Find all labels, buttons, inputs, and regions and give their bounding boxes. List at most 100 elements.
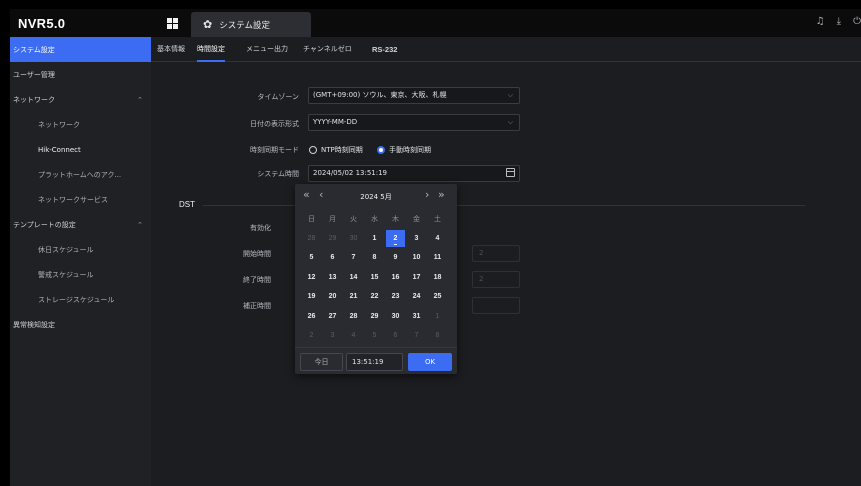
tab-system-settings-label: システム設定 — [219, 20, 270, 31]
calendar-day[interactable]: 2 — [301, 326, 322, 346]
tab-system-settings[interactable]: ✿ システム設定 — [191, 12, 311, 37]
calendar-title: 2024 5月 — [360, 193, 392, 201]
calendar-day[interactable]: 4 — [427, 229, 448, 249]
calendar-day[interactable]: 30 — [385, 307, 406, 327]
sidebar-item-label: システム設定 — [13, 45, 55, 54]
tab-0[interactable]: 基本情報 — [157, 37, 185, 62]
calendar-day-number: 24 — [412, 293, 421, 301]
calendar-day[interactable]: 14 — [343, 268, 364, 288]
calendar-day-number: 5 — [372, 332, 377, 340]
system-time-input[interactable]: 2024/05/02 13:51:19 — [308, 165, 520, 182]
sidebar-item-6[interactable]: ネットワークサービス — [10, 187, 151, 212]
next-year-icon[interactable]: » — [438, 188, 445, 202]
calendar-day[interactable]: 30 — [343, 229, 364, 249]
calendar-day-number: 27 — [328, 312, 337, 320]
bell-icon[interactable]: ♫ — [816, 16, 825, 27]
calendar-day[interactable]: 16 — [385, 268, 406, 288]
tab-3[interactable]: チャンネルゼロ — [303, 37, 352, 62]
calendar-day[interactable]: 15 — [364, 268, 385, 288]
calendar-day-number: 8 — [372, 254, 377, 262]
calendar-day-number: 30 — [349, 234, 358, 242]
tab-1[interactable]: 時間設定 — [197, 37, 225, 62]
download-icon[interactable]: ⤓ — [837, 16, 841, 27]
calendar-day[interactable]: 6 — [322, 248, 343, 268]
dst-start-label: 開始時間 — [243, 250, 271, 258]
sidebar-item-5[interactable]: プラットホームへのアク... — [10, 162, 151, 187]
calendar-day[interactable]: 31 — [406, 307, 427, 327]
sidebar-item-label: 警戒スケジュール — [38, 270, 94, 279]
sidebar-item-2[interactable]: ネットワーク ⌃ — [10, 87, 151, 112]
calendar-day[interactable]: 3 — [406, 229, 427, 249]
calendar-day[interactable]: 26 — [301, 307, 322, 327]
sidebar-item-label: Hik-Connect — [38, 145, 81, 154]
system-time-label: システム時間 — [257, 170, 299, 178]
calendar-day[interactable]: 1 — [364, 229, 385, 249]
calendar-day[interactable]: 20 — [322, 287, 343, 307]
calendar-day[interactable]: 21 — [343, 287, 364, 307]
tab-2[interactable]: メニュー出力 — [246, 37, 288, 62]
calendar-day-number: 1 — [435, 312, 440, 320]
sidebar-item-0[interactable]: システム設定 — [10, 37, 151, 62]
calendar-day[interactable]: 1 — [427, 307, 448, 327]
dst-end-hour-select[interactable]: 2 — [472, 271, 520, 288]
calendar-day[interactable]: 8 — [364, 248, 385, 268]
app-grid-icon[interactable] — [167, 18, 178, 29]
calendar-day-number: 13 — [328, 273, 337, 281]
radio-manual-sync[interactable]: 手動時刻同期 — [377, 145, 431, 155]
top-bar: NVR5.0 ✿ システム設定 ♫ ⤓ ⏻ — [10, 9, 861, 37]
top-icons: ♫ ⤓ ⏻ — [816, 16, 861, 27]
calendar-day[interactable]: 4 — [343, 326, 364, 346]
radio-manual-label: 手動時刻同期 — [389, 146, 431, 154]
calendar-day-selected[interactable]: 2 — [385, 229, 406, 249]
sidebar-item-4[interactable]: Hik-Connect — [10, 137, 151, 162]
calendar-day[interactable]: 3 — [322, 326, 343, 346]
calendar-day[interactable]: 29 — [322, 229, 343, 249]
calendar-icon[interactable] — [506, 168, 515, 177]
calendar-day-number: 16 — [391, 273, 400, 281]
calendar-day[interactable]: 29 — [364, 307, 385, 327]
ok-button[interactable]: OK — [408, 353, 452, 371]
date-format-value: YYYY-MM-DD — [313, 118, 358, 126]
sidebar-item-11[interactable]: 異常検知設定 — [10, 312, 151, 337]
calendar-day[interactable]: 5 — [301, 248, 322, 268]
calendar-day-number: 10 — [412, 254, 421, 262]
calendar-day[interactable]: 8 — [427, 326, 448, 346]
calendar-day[interactable]: 24 — [406, 287, 427, 307]
calendar-day[interactable]: 9 — [385, 248, 406, 268]
calendar-day[interactable]: 25 — [427, 287, 448, 307]
dst-offset-select[interactable] — [472, 297, 520, 314]
calendar-day[interactable]: 13 — [322, 268, 343, 288]
calendar-day[interactable]: 10 — [406, 248, 427, 268]
system-time-value: 2024/05/02 13:51:19 — [313, 169, 388, 177]
calendar-day[interactable]: 17 — [406, 268, 427, 288]
chevron-down-icon: ⌵ — [507, 118, 513, 126]
sidebar-item-1[interactable]: ユーザー管理 — [10, 62, 151, 87]
dst-start-hour-select[interactable]: 2 — [472, 245, 520, 262]
calendar-day-number: 15 — [370, 273, 379, 281]
calendar-day[interactable]: 27 — [322, 307, 343, 327]
calendar-day[interactable]: 7 — [343, 248, 364, 268]
radio-ntp-sync[interactable]: NTP時刻同期 — [309, 145, 363, 155]
calendar-day[interactable]: 11 — [427, 248, 448, 268]
calendar-day[interactable]: 22 — [364, 287, 385, 307]
date-format-select[interactable]: YYYY-MM-DD ⌵ — [308, 114, 520, 131]
calendar-time-input[interactable]: 13:51:19 — [346, 353, 403, 371]
tab-4[interactable]: RS-232 — [372, 37, 397, 62]
calendar-day[interactable]: 18 — [427, 268, 448, 288]
calendar-day[interactable]: 12 — [301, 268, 322, 288]
calendar-day[interactable]: 28 — [301, 229, 322, 249]
today-button[interactable]: 今日 — [300, 353, 343, 371]
calendar-day[interactable]: 19 — [301, 287, 322, 307]
calendar-day[interactable]: 23 — [385, 287, 406, 307]
calendar-day[interactable]: 6 — [385, 326, 406, 346]
calendar-day-number: 6 — [393, 332, 398, 340]
timezone-select[interactable]: (GMT+09:00) ソウル、東京、大阪、札幌 ⌵ — [308, 87, 520, 104]
calendar-day-number: 5 — [309, 254, 314, 262]
sidebar-item-3[interactable]: ネットワーク — [10, 112, 151, 137]
calendar-day[interactable]: 28 — [343, 307, 364, 327]
power-icon[interactable]: ⏻ — [853, 16, 861, 27]
gear-icon: ✿ — [203, 18, 213, 31]
calendar-day[interactable]: 5 — [364, 326, 385, 346]
calendar-day[interactable]: 7 — [406, 326, 427, 346]
next-month-icon[interactable]: › — [425, 188, 429, 202]
